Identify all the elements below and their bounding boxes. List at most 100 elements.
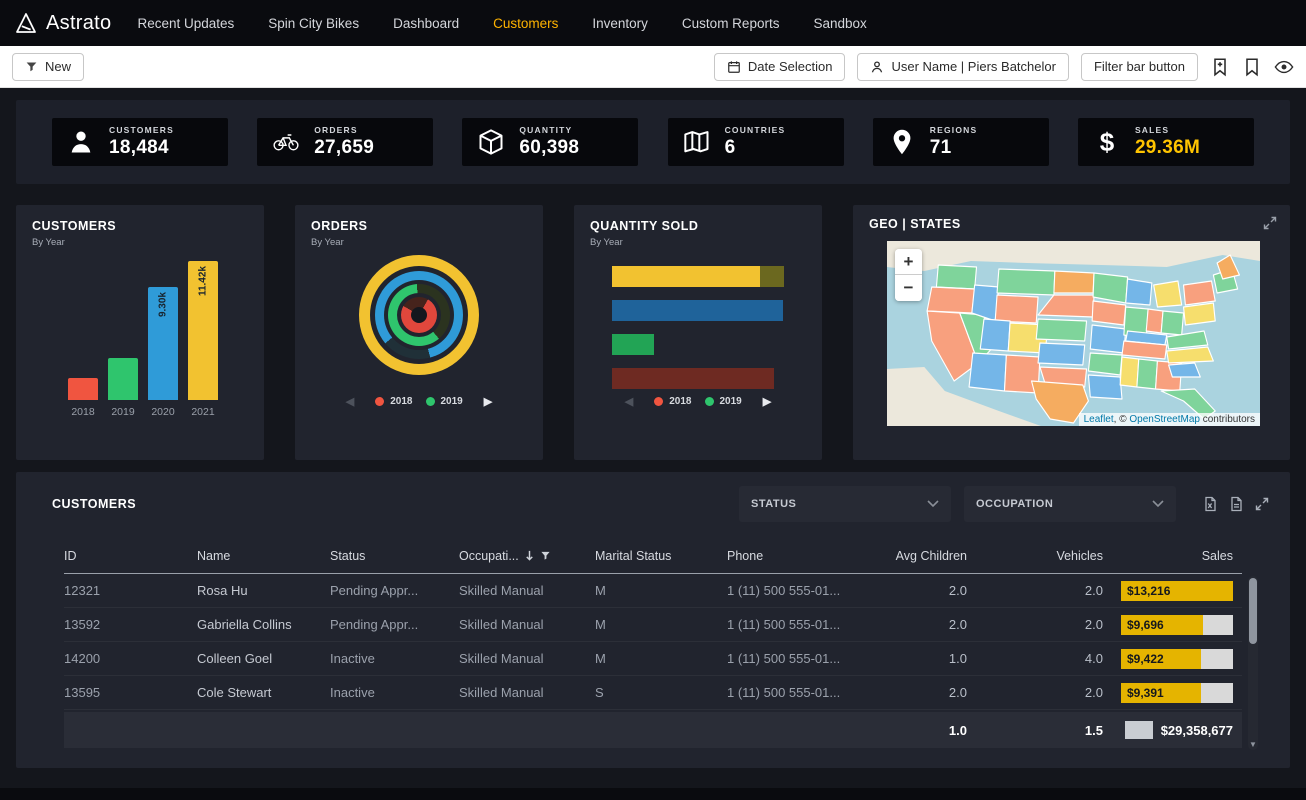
cell-occupation: Skilled Manual [459,617,595,632]
customers-table-panel: CUSTOMERS STATUS OCCUPATION [16,472,1290,768]
bottom-strip [0,788,1306,800]
bookmark-icon[interactable] [1242,57,1262,77]
map-attribution: Leaflet, © OpenStreetMap contributors [1079,413,1260,426]
legend-prev-icon[interactable]: ◀ [346,395,354,408]
brand-name: Astrato [46,12,111,35]
scrollbar-down-arrow[interactable]: ▼ [1248,740,1258,749]
table-title: CUSTOMERS [52,497,136,511]
user-button[interactable]: User Name | Piers Batchelor [857,53,1069,81]
legend-label: 2018 [669,396,691,407]
bar-value-label: 11.42k [198,266,209,296]
hbar-row-4[interactable] [612,368,786,389]
charts-row: CUSTOMERS By Year 9.30k 11.42k 2018 2019… [16,205,1290,460]
kpi-quantity: QUANTITY60,398 [462,118,638,166]
cell-id: 12321 [64,583,197,598]
legend-label: 2018 [390,396,412,407]
kpi-label: CUSTOMERS [109,125,174,135]
nav-item-custom-reports[interactable]: Custom Reports [682,16,780,31]
bar-2019[interactable] [108,358,138,400]
panel-title: QUANTITY SOLD [590,219,806,233]
column-header-status[interactable]: Status [330,549,459,563]
legend-next-icon[interactable]: ▶ [484,395,492,408]
attribution-text: contributors [1200,414,1255,425]
cell-marital: M [595,651,727,666]
kpi-value: 18,484 [109,137,174,159]
table-scrollbar[interactable]: ▼ [1248,576,1258,750]
us-states-map[interactable] [887,241,1260,426]
table-row[interactable]: 13595 Cole Stewart Inactive Skilled Manu… [64,676,1242,710]
nav-item-dashboard[interactable]: Dashboard [393,16,459,31]
column-header-marital-status[interactable]: Marital Status [595,549,727,563]
x-tick: 2018 [68,406,98,418]
legend-item-2018[interactable]: 2018 [375,396,412,407]
brand-logo[interactable]: Astrato [14,11,111,35]
export-excel-icon[interactable] [1202,496,1218,512]
nav-item-customers[interactable]: Customers [493,16,558,31]
legend-item-2019[interactable]: 2019 [705,396,742,407]
leaflet-map[interactable]: + − Leaflet, © OpenStreetMap contributor… [887,241,1260,426]
nav-item-inventory[interactable]: Inventory [592,16,648,31]
column-header-occupation[interactable]: Occupati... [459,549,595,563]
filter-bar-label: Filter bar button [1094,59,1185,74]
cell-id: 14200 [64,651,197,666]
column-header-avg-children[interactable]: Avg Children [877,549,967,563]
table-header-row: ID Name Status Occupati... Marital Statu… [64,538,1242,574]
nav-item-spin-city-bikes[interactable]: Spin City Bikes [268,16,359,31]
kpi-label: COUNTRIES [725,125,786,135]
kpi-label: REGIONS [930,125,978,135]
bookmark-add-icon[interactable] [1210,57,1230,77]
totals-sales-bar [1125,721,1153,739]
customers-by-year-panel: CUSTOMERS By Year 9.30k 11.42k 2018 2019… [16,205,264,460]
cell-status: Pending Appr... [330,583,459,598]
table-row[interactable]: 14200 Colleen Goel Inactive Skilled Manu… [64,642,1242,676]
bar-2021[interactable]: 11.42k [188,261,218,400]
cell-avg-children: 2.0 [877,685,967,700]
donut-chart[interactable] [359,255,479,375]
legend-item-2019[interactable]: 2019 [426,396,463,407]
package-icon [476,127,506,157]
nav-item-recent-updates[interactable]: Recent Updates [137,16,234,31]
kpi-orders: ORDERS27,659 [257,118,433,166]
toolbar-right: Date Selection User Name | Piers Batchel… [714,53,1294,81]
expand-icon[interactable] [1254,496,1270,512]
status-filter-dropdown[interactable]: STATUS [739,486,951,522]
legend-prev-icon[interactable]: ◀ [625,395,633,408]
filter-bar-button[interactable]: Filter bar button [1081,53,1198,81]
export-file-icon[interactable] [1228,496,1244,512]
column-header-phone[interactable]: Phone [727,549,877,563]
map-icon [682,127,712,157]
orders-by-year-panel: ORDERS By Year ◀ 2018 2019 ▶ [295,205,543,460]
eye-icon[interactable] [1274,57,1294,77]
legend-dot [375,397,384,406]
legend-item-2018[interactable]: 2018 [654,396,691,407]
column-header-sales[interactable]: Sales [1103,549,1233,563]
nav-item-sandbox[interactable]: Sandbox [813,16,866,31]
column-header-vehicles[interactable]: Vehicles [967,549,1103,563]
cell-avg-children: 1.0 [877,651,967,666]
bar-2020[interactable]: 9.30k [148,287,178,400]
chevron-down-icon [927,500,939,508]
zoom-in-button[interactable]: + [895,249,922,275]
hbar-row-3[interactable] [612,334,786,355]
filter-funnel-icon[interactable] [540,550,551,561]
main-content: CUSTOMERS 18,484 ORDERS27,659 QUANTITY60,… [0,88,1306,768]
dropdown-label: OCCUPATION [976,498,1053,510]
hbar-row-1[interactable] [612,266,786,287]
leaflet-link[interactable]: Leaflet [1084,414,1114,425]
table-row[interactable]: 13592 Gabriella Collins Pending Appr... … [64,608,1242,642]
cell-phone: 1 (11) 500 555-01... [727,583,877,598]
bar-2018[interactable] [68,378,98,400]
new-filter-button[interactable]: New [12,53,84,81]
scrollbar-thumb[interactable] [1249,578,1257,644]
date-selection-button[interactable]: Date Selection [714,53,846,81]
hbar-row-2[interactable] [612,300,786,321]
zoom-out-button[interactable]: − [895,275,922,301]
column-header-id[interactable]: ID [64,549,197,563]
osm-link[interactable]: OpenStreetMap [1129,414,1200,425]
occupation-filter-dropdown[interactable]: OCCUPATION [964,486,1176,522]
column-header-name[interactable]: Name [197,549,330,563]
expand-icon[interactable] [1262,215,1278,231]
legend-next-icon[interactable]: ▶ [763,395,771,408]
sort-desc-icon[interactable] [524,550,535,561]
table-row[interactable]: 12321 Rosa Hu Pending Appr... Skilled Ma… [64,574,1242,608]
